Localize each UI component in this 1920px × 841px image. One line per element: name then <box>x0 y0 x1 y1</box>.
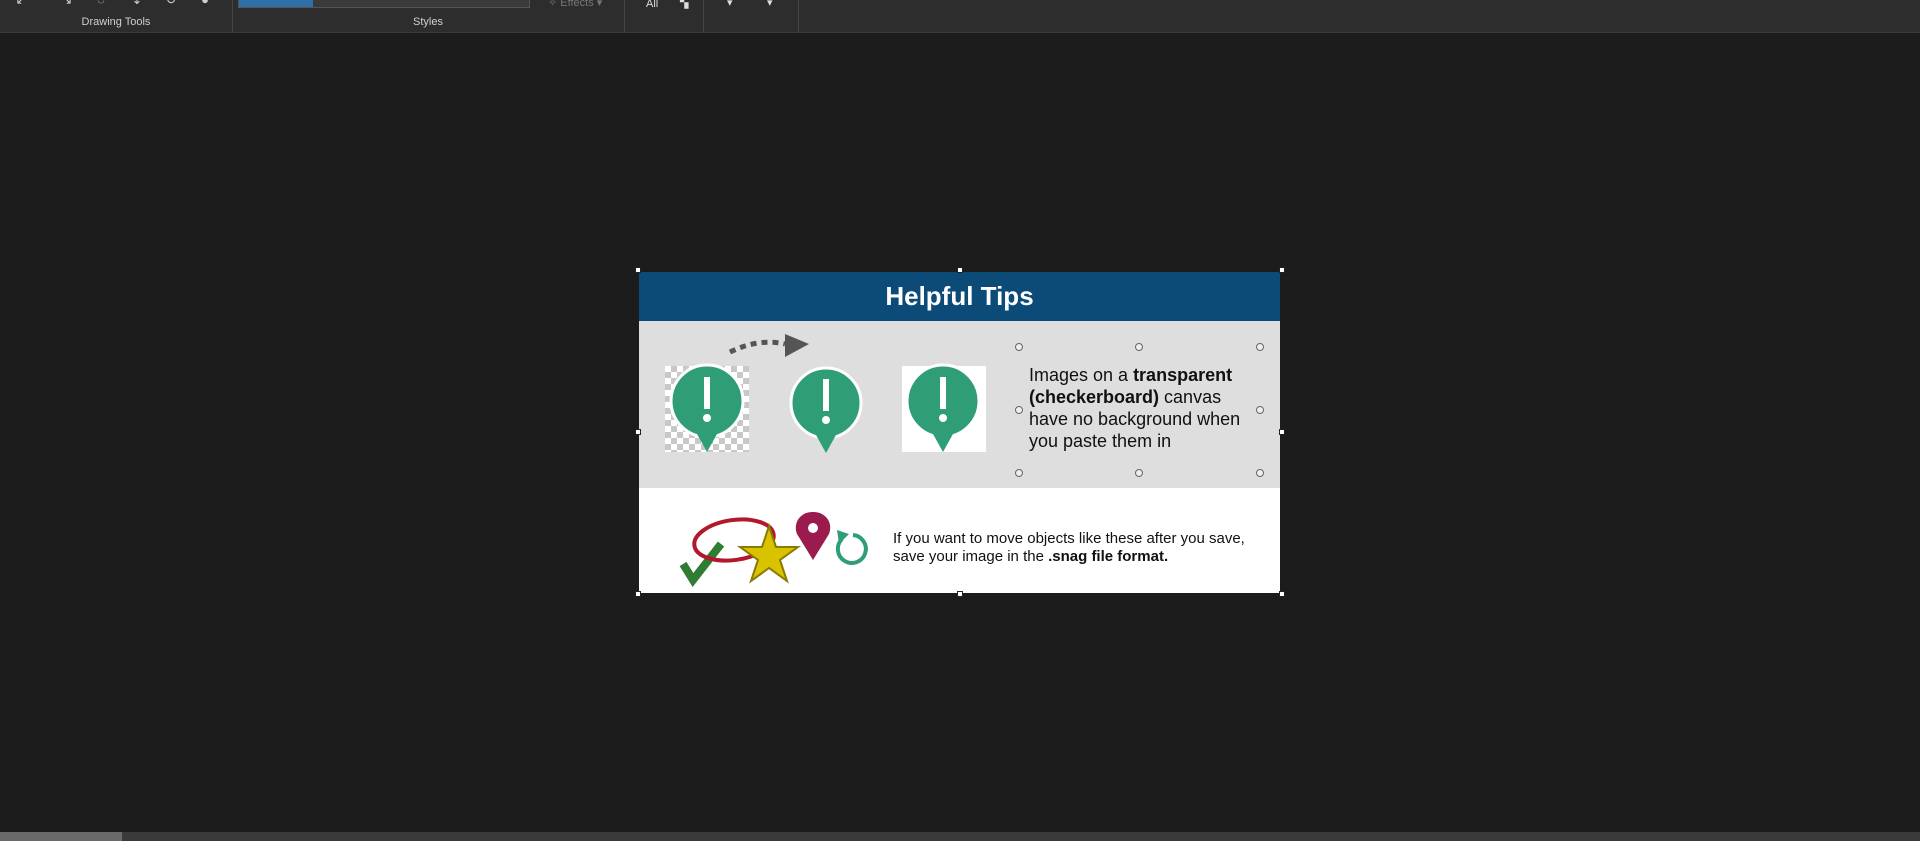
check-icon <box>679 541 725 587</box>
tip-snag-format-text: If you want to move objects like these a… <box>893 530 1273 566</box>
refresh-arrow-icon <box>837 530 849 544</box>
star-icon <box>736 522 802 584</box>
styles-label: Styles <box>413 16 443 28</box>
resize-handle-bm[interactable] <box>957 591 963 597</box>
resize-handle-br[interactable] <box>1279 591 1285 597</box>
shape-tool-icon[interactable]: ● <box>198 0 212 6</box>
textbox-handle-bm[interactable] <box>1135 469 1143 477</box>
rotate-tool-icon[interactable]: ↻ <box>164 0 178 6</box>
resize-handle-tm[interactable] <box>957 267 963 273</box>
ribbon-group-drawing-tools: ↙ ↘ ◌ ⇣ ↻ ● Drawing Tools <box>0 0 233 32</box>
copy-icon[interactable]: ▚ <box>680 0 688 9</box>
tip2-bold: .snag file format. <box>1048 548 1169 565</box>
select-all-button[interactable]: All <box>646 0 658 10</box>
resize-handle-mr[interactable] <box>1279 429 1285 435</box>
resize-handle-bl[interactable] <box>635 591 641 597</box>
ribbon-group-select: All ▚ <box>624 0 704 32</box>
dropdown-1-icon[interactable]: ▾ <box>727 0 733 9</box>
location-pin-icon <box>795 512 831 560</box>
effects-button[interactable]: ✧ Effects ▾ <box>548 0 602 9</box>
resize-handle-ml[interactable] <box>635 429 641 435</box>
resize-handle-tl[interactable] <box>635 267 641 273</box>
arrow-tool-icon[interactable]: ↘ <box>60 0 74 6</box>
textbox-handle-mr[interactable] <box>1256 406 1264 414</box>
scrollbar-thumb[interactable] <box>0 832 122 841</box>
textbox-handle-tm[interactable] <box>1135 343 1143 351</box>
textbox-handle-bl[interactable] <box>1015 469 1023 477</box>
pin-dot <box>808 523 818 533</box>
pen-tool-icon[interactable]: ↙ <box>14 0 28 6</box>
effects-label: Effects <box>560 0 594 9</box>
textbox-handle-tr[interactable] <box>1256 343 1264 351</box>
selected-style[interactable] <box>239 0 313 7</box>
style-gallery[interactable] <box>238 0 530 8</box>
ribbon-group-styles: ✧ Effects ▾ Styles <box>232 0 625 32</box>
textbox-handle-ml[interactable] <box>1015 406 1023 414</box>
drawing-tools-label: Drawing Tools <box>81 16 151 28</box>
textbox-handle-br[interactable] <box>1256 469 1264 477</box>
lasso-tool-icon[interactable]: ◌ <box>94 0 108 6</box>
textbox-handle-tl[interactable] <box>1015 343 1023 351</box>
horizontal-scrollbar[interactable] <box>0 832 1920 841</box>
canvas-image[interactable]: Helpful Tips Images on a transparent (ch… <box>639 272 1280 593</box>
dropdown-2-icon[interactable]: ▾ <box>767 0 773 9</box>
fill-tool-icon[interactable]: ⇣ <box>130 0 144 6</box>
ribbon-group-arrange: ▾ ▾ <box>703 0 799 32</box>
ribbon: ↙ ↘ ◌ ⇣ ↻ ● Drawing Tools ✧ Effects ▾ St… <box>0 0 1920 33</box>
resize-handle-tr[interactable] <box>1279 267 1285 273</box>
